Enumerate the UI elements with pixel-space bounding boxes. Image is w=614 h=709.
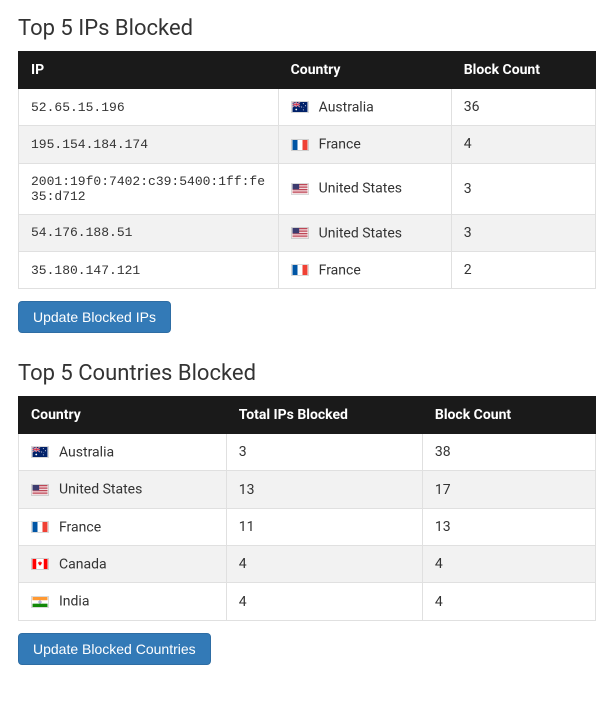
us-flag-icon xyxy=(31,484,49,496)
blocked-ips-table: IP Country Block Count 52.65.15.196 Austr… xyxy=(18,51,596,289)
table-row: Canada 44 xyxy=(19,546,596,583)
country-name: United States xyxy=(319,181,402,197)
country-name: France xyxy=(319,262,361,278)
block-count-cell: 4 xyxy=(422,583,595,620)
block-count-cell: 2 xyxy=(451,251,595,288)
ip-cell: 2001:19f0:7402:c39:5400:1ff:fe35:d712 xyxy=(19,163,279,214)
blocked-ips-section: Top 5 IPs Blocked IP Country Block Count… xyxy=(18,16,596,333)
ip-cell: 52.65.15.196 xyxy=(19,89,279,126)
country-cell: United States xyxy=(278,214,451,251)
ip-cell: 195.154.184.174 xyxy=(19,126,279,163)
country-cell: France xyxy=(278,126,451,163)
country-cell: India xyxy=(19,583,227,620)
total-ips-cell: 4 xyxy=(226,583,422,620)
block-count-cell: 4 xyxy=(451,126,595,163)
country-cell: Australia xyxy=(278,89,451,126)
table-row: Australia 338 xyxy=(19,434,596,471)
table-row: 195.154.184.174 France 4 xyxy=(19,126,596,163)
block-count-cell: 3 xyxy=(451,163,595,214)
block-count-cell: 3 xyxy=(451,214,595,251)
country-cell: France xyxy=(19,508,227,545)
blocked-countries-title: Top 5 Countries Blocked xyxy=(18,361,596,386)
ip-cell: 54.176.188.51 xyxy=(19,214,279,251)
in-flag-icon xyxy=(31,596,49,608)
total-ips-cell: 4 xyxy=(226,546,422,583)
blocked-countries-table: Country Total IPs Blocked Block Count Au… xyxy=(18,396,596,620)
fr-flag-icon xyxy=(291,139,309,151)
countries-header-country: Country xyxy=(19,397,227,434)
ips-header-ip: IP xyxy=(19,52,279,89)
total-ips-cell: 13 xyxy=(226,471,422,508)
table-row: 2001:19f0:7402:c39:5400:1ff:fe35:d712 Uni… xyxy=(19,163,596,214)
fr-flag-icon xyxy=(291,264,309,276)
country-cell: United States xyxy=(19,471,227,508)
block-count-cell: 13 xyxy=(422,508,595,545)
country-name: United States xyxy=(319,225,402,241)
country-name: France xyxy=(59,519,101,535)
countries-header-total: Total IPs Blocked xyxy=(226,397,422,434)
table-row: 52.65.15.196 Australia 36 xyxy=(19,89,596,126)
country-name: France xyxy=(319,137,361,153)
country-name: Canada xyxy=(59,556,107,572)
update-blocked-countries-button[interactable]: Update Blocked Countries xyxy=(18,633,211,665)
table-row: France 1113 xyxy=(19,508,596,545)
block-count-cell: 17 xyxy=(422,471,595,508)
country-name: United States xyxy=(59,482,142,498)
block-count-cell: 36 xyxy=(451,89,595,126)
country-cell: Australia xyxy=(19,434,227,471)
ca-flag-icon xyxy=(31,558,49,570)
table-row: India 44 xyxy=(19,583,596,620)
ips-header-count: Block Count xyxy=(451,52,595,89)
blocked-ips-title: Top 5 IPs Blocked xyxy=(18,16,596,41)
table-row: 35.180.147.121 France 2 xyxy=(19,251,596,288)
country-cell: United States xyxy=(278,163,451,214)
us-flag-icon xyxy=(291,183,309,195)
fr-flag-icon xyxy=(31,521,49,533)
au-flag-icon xyxy=(31,446,49,458)
total-ips-cell: 3 xyxy=(226,434,422,471)
total-ips-cell: 11 xyxy=(226,508,422,545)
us-flag-icon xyxy=(291,227,309,239)
country-name: Australia xyxy=(319,99,374,115)
block-count-cell: 38 xyxy=(422,434,595,471)
update-blocked-ips-button[interactable]: Update Blocked IPs xyxy=(18,301,171,333)
country-cell: France xyxy=(278,251,451,288)
block-count-cell: 4 xyxy=(422,546,595,583)
country-name: Australia xyxy=(59,444,114,460)
country-cell: Canada xyxy=(19,546,227,583)
ip-cell: 35.180.147.121 xyxy=(19,251,279,288)
au-flag-icon xyxy=(291,101,309,113)
blocked-countries-section: Top 5 Countries Blocked Country Total IP… xyxy=(18,361,596,664)
ips-header-country: Country xyxy=(278,52,451,89)
table-row: 54.176.188.51 United States 3 xyxy=(19,214,596,251)
country-name: India xyxy=(59,594,89,610)
table-row: United States 1317 xyxy=(19,471,596,508)
countries-header-count: Block Count xyxy=(422,397,595,434)
